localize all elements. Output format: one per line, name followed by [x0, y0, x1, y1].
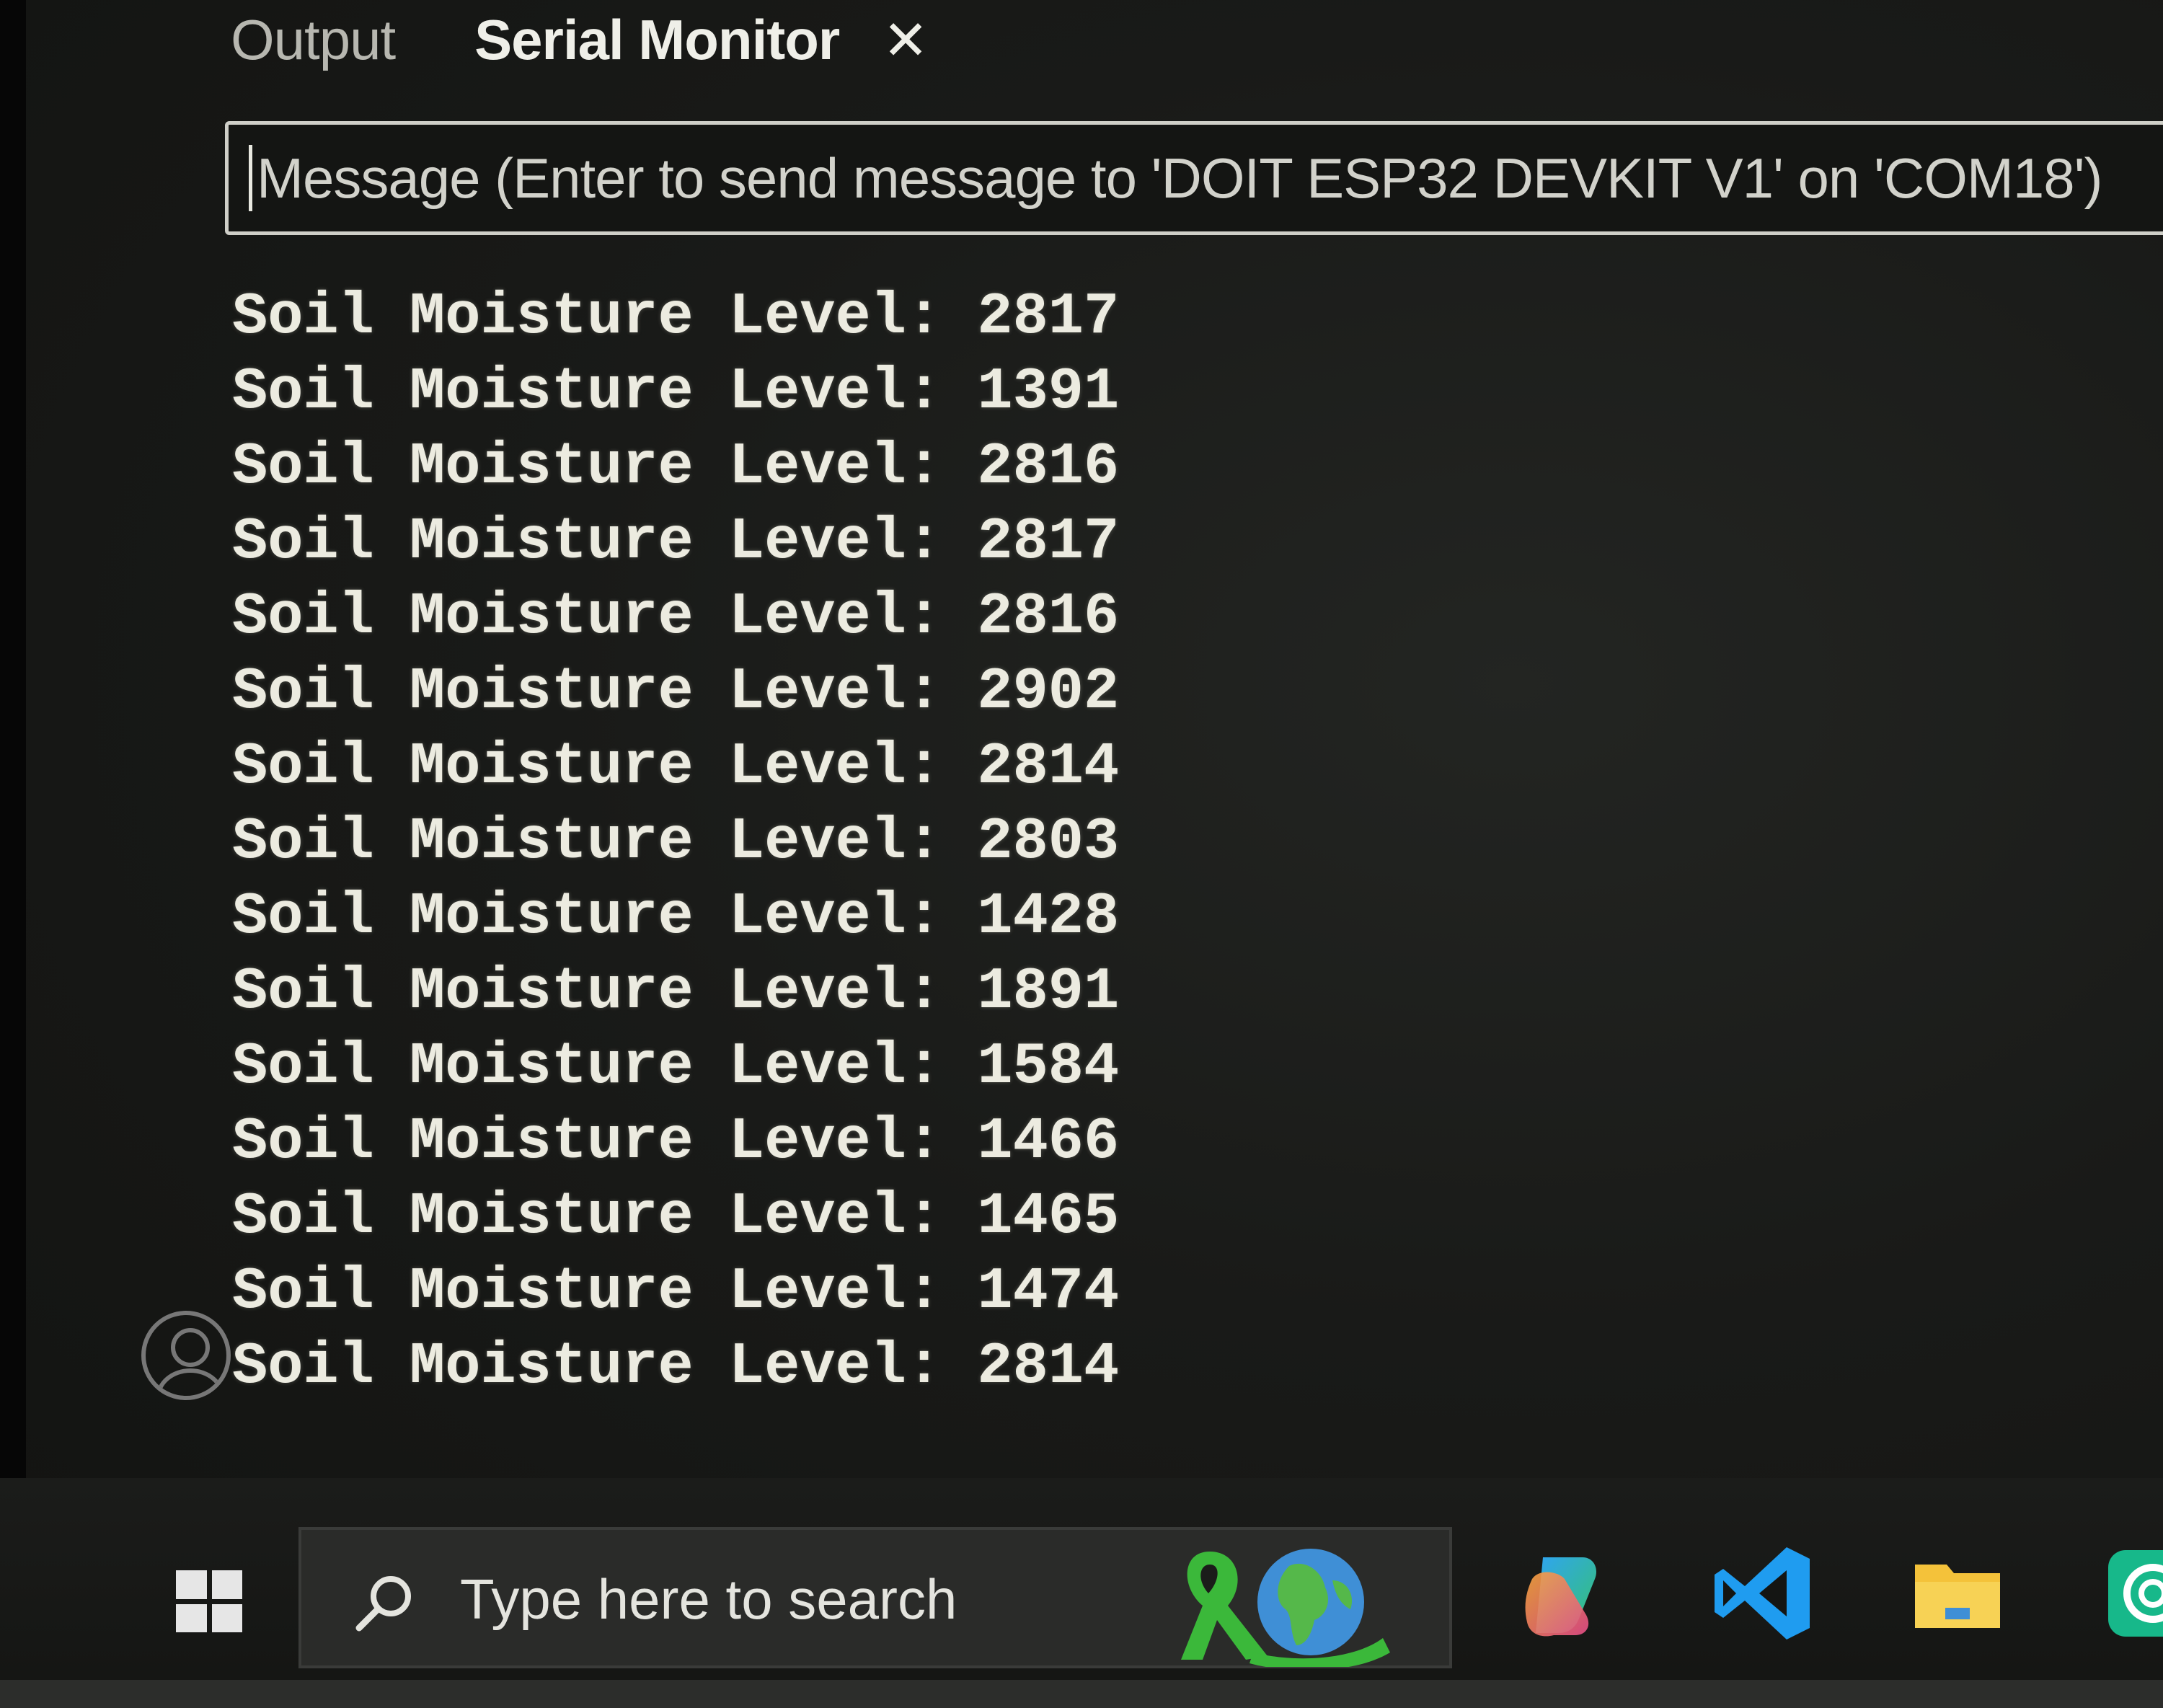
tab-output[interactable]: Output — [231, 7, 396, 73]
windows-pane — [176, 1570, 207, 1599]
windows-pane — [211, 1570, 242, 1599]
text-caret — [249, 145, 252, 211]
serial-line: Soil Moisture Level: 2902 — [232, 658, 1120, 725]
search-icon — [355, 1576, 411, 1632]
serial-line: Soil Moisture Level: 1428 — [232, 883, 1120, 950]
account-icon[interactable] — [141, 1311, 231, 1400]
taskbar-search-box[interactable] — [298, 1527, 1452, 1668]
serial-line: Soil Moisture Level: 2803 — [232, 808, 1120, 875]
copilot-icon[interactable] — [1514, 1550, 1608, 1644]
vscode-icon[interactable] — [1709, 1543, 1817, 1644]
taskbar-search-input[interactable] — [459, 1559, 1182, 1640]
serial-output: Soil Moisture Level: 2817 Soil Moisture … — [232, 280, 1119, 1404]
serial-line: Soil Moisture Level: 2816 — [232, 583, 1120, 650]
close-icon[interactable]: ✕ — [883, 8, 929, 72]
message-input-box[interactable] — [225, 121, 2163, 235]
serial-line: Soil Moisture Level: 2814 — [232, 1333, 1120, 1400]
serial-line: Soil Moisture Level: 1466 — [232, 1108, 1120, 1175]
panel-tabs: Output Serial Monitor ✕ — [231, 0, 929, 79]
windows-pane — [176, 1603, 207, 1632]
account-head-shape — [171, 1328, 210, 1367]
serial-line: Soil Moisture Level: 2817 — [232, 283, 1120, 350]
screen-bezel — [0, 0, 26, 1708]
serial-line: Soil Moisture Level: 2814 — [232, 733, 1120, 800]
windows-start-icon[interactable] — [176, 1570, 242, 1632]
awareness-ribbon-globe-icon[interactable] — [1167, 1537, 1426, 1667]
serial-line: Soil Moisture Level: 1891 — [232, 958, 1120, 1025]
serial-line: Soil Moisture Level: 2816 — [232, 433, 1120, 500]
app-icon[interactable] — [2105, 1543, 2163, 1644]
serial-line: Soil Moisture Level: 2817 — [232, 508, 1120, 575]
message-input[interactable] — [255, 144, 2163, 212]
serial-line: Soil Moisture Level: 1391 — [232, 358, 1120, 425]
file-explorer-icon[interactable] — [1911, 1550, 2004, 1637]
serial-line: Soil Moisture Level: 1465 — [232, 1183, 1120, 1250]
windows-pane — [211, 1603, 242, 1632]
account-shoulders-shape — [156, 1368, 225, 1396]
serial-line: Soil Moisture Level: 1584 — [232, 1033, 1120, 1100]
tab-serial-monitor[interactable]: Serial Monitor — [474, 7, 840, 73]
screen-bezel-bottom — [0, 1680, 2163, 1708]
serial-line: Soil Moisture Level: 1474 — [232, 1258, 1120, 1325]
